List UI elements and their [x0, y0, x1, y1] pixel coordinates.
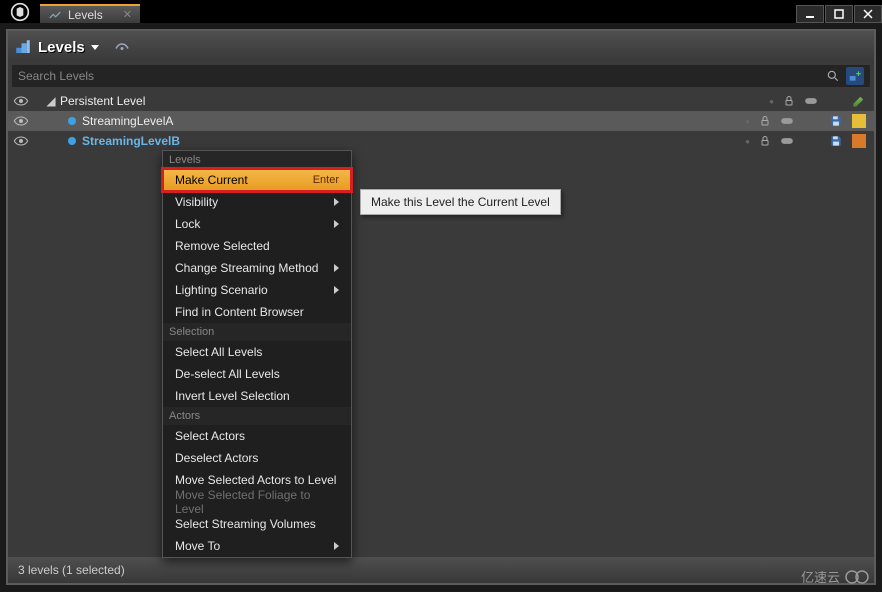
ctx-item-label: Select Actors — [175, 429, 245, 443]
ctx-item-label: Move Selected Actors to Level — [175, 473, 336, 487]
levels-icon — [14, 38, 32, 56]
ctx-item-label: Select Streaming Volumes — [175, 517, 316, 531]
lock-icon[interactable] — [758, 115, 772, 127]
gamepad-icon[interactable] — [780, 135, 794, 147]
visibility-toggle[interactable] — [12, 95, 30, 107]
search-bar — [12, 65, 870, 87]
ctx-deselect-all[interactable]: De-select All Levels — [163, 363, 351, 385]
ctx-item-label: Change Streaming Method — [175, 261, 318, 275]
ctx-item-label: Lighting Scenario — [175, 283, 268, 297]
ctx-item-label: Select All Levels — [175, 345, 262, 359]
level-tree: ◢ Persistent Level ● StreamingLevelA ● — [8, 91, 874, 151]
ctx-change-streaming[interactable]: Change Streaming Method — [163, 257, 351, 279]
level-row-streaming-b[interactable]: StreamingLevelB ● — [8, 131, 874, 151]
level-dot: ● — [769, 97, 774, 106]
level-name: Persistent Level — [60, 94, 145, 108]
summon-icon[interactable] — [113, 38, 131, 56]
level-dot: ● — [745, 137, 750, 146]
save-icon[interactable] — [828, 114, 844, 128]
ctx-item-label: Move To — [175, 539, 220, 553]
level-row-streaming-a[interactable]: StreamingLevelA ● — [8, 111, 874, 131]
ctx-move-to[interactable]: Move To — [163, 535, 351, 557]
ctx-section-levels: Levels — [163, 151, 351, 169]
toolbar: Levels — [8, 31, 874, 63]
submenu-arrow-icon — [334, 542, 339, 550]
context-menu: Levels Make Current Enter Visibility Loc… — [162, 150, 352, 558]
ctx-visibility[interactable]: Visibility — [163, 191, 351, 213]
add-level-button[interactable] — [846, 67, 864, 85]
ctx-invert[interactable]: Invert Level Selection — [163, 385, 351, 407]
watermark-text: 亿速云 — [801, 567, 840, 586]
ctx-shortcut: Enter — [313, 174, 339, 186]
search-input[interactable] — [18, 69, 820, 83]
tab-close-icon[interactable]: ✕ — [123, 8, 132, 21]
ctx-select-all[interactable]: Select All Levels — [163, 341, 351, 363]
tab-title: Levels — [68, 8, 103, 22]
toolbar-title: Levels — [38, 39, 85, 56]
ctx-section-selection: Selection — [163, 323, 351, 341]
ctx-item-label: Make Current — [175, 173, 248, 187]
level-name: StreamingLevelA — [82, 114, 173, 128]
window-buttons — [795, 5, 882, 23]
status-text: 3 levels (1 selected) — [18, 563, 125, 577]
save-icon[interactable] — [828, 134, 844, 148]
gamepad-icon[interactable] — [780, 115, 794, 127]
status-bar: 3 levels (1 selected) — [8, 557, 874, 583]
levels-dropdown[interactable] — [91, 45, 99, 50]
ctx-select-streaming-volumes[interactable]: Select Streaming Volumes — [163, 513, 351, 535]
ctx-section-actors: Actors — [163, 407, 351, 425]
submenu-arrow-icon — [334, 264, 339, 272]
minimize-button[interactable] — [796, 5, 824, 23]
expand-toggle[interactable]: ◢ — [46, 94, 56, 108]
maximize-button[interactable] — [825, 5, 853, 23]
search-icon[interactable] — [826, 69, 840, 83]
ctx-item-label: Deselect Actors — [175, 451, 258, 465]
ctx-find-in-cb[interactable]: Find in Content Browser — [163, 301, 351, 323]
levels-tab-icon — [48, 8, 62, 22]
submenu-arrow-icon — [334, 198, 339, 206]
ctx-item-label: Remove Selected — [175, 239, 270, 253]
edit-icon[interactable] — [852, 94, 866, 108]
streaming-dot-icon — [68, 117, 76, 125]
level-color-chip[interactable] — [852, 134, 866, 148]
level-row-persistent[interactable]: ◢ Persistent Level ● — [8, 91, 874, 111]
lock-icon[interactable] — [782, 95, 796, 107]
ctx-make-current[interactable]: Make Current Enter — [163, 169, 351, 191]
titlebar: Levels ✕ — [0, 0, 882, 23]
close-button[interactable] — [854, 5, 882, 23]
lock-icon[interactable] — [758, 135, 772, 147]
level-color-chip[interactable] — [852, 114, 866, 128]
ctx-remove-selected[interactable]: Remove Selected — [163, 235, 351, 257]
ctx-item-label: Invert Level Selection — [175, 389, 290, 403]
submenu-arrow-icon — [334, 220, 339, 228]
ctx-item-label: Find in Content Browser — [175, 305, 304, 319]
ctx-select-actors[interactable]: Select Actors — [163, 425, 351, 447]
ctx-item-label: Lock — [175, 217, 200, 231]
ctx-item-label: Visibility — [175, 195, 218, 209]
ctx-lighting-scenario[interactable]: Lighting Scenario — [163, 279, 351, 301]
ctx-lock[interactable]: Lock — [163, 213, 351, 235]
level-name: StreamingLevelB — [82, 134, 180, 148]
submenu-arrow-icon — [334, 286, 339, 294]
tooltip: Make this Level the Current Level — [360, 189, 561, 215]
watermark: 亿速云 — [801, 567, 870, 586]
watermark-logo-icon — [844, 569, 870, 585]
ctx-item-label: Move Selected Foliage to Level — [175, 488, 339, 516]
level-dot: ● — [745, 117, 750, 126]
visibility-toggle[interactable] — [12, 115, 30, 127]
gamepad-icon[interactable] — [804, 95, 818, 107]
panel-shell: Levels ◢ Persistent Level ● Stream — [6, 29, 876, 585]
ue-logo — [0, 0, 40, 23]
visibility-toggle[interactable] — [12, 135, 30, 147]
ctx-move-sel-foliage: Move Selected Foliage to Level — [163, 491, 351, 513]
tab-levels[interactable]: Levels ✕ — [40, 4, 140, 23]
ctx-item-label: De-select All Levels — [175, 367, 280, 381]
ctx-deselect-actors[interactable]: Deselect Actors — [163, 447, 351, 469]
streaming-dot-icon — [68, 137, 76, 145]
